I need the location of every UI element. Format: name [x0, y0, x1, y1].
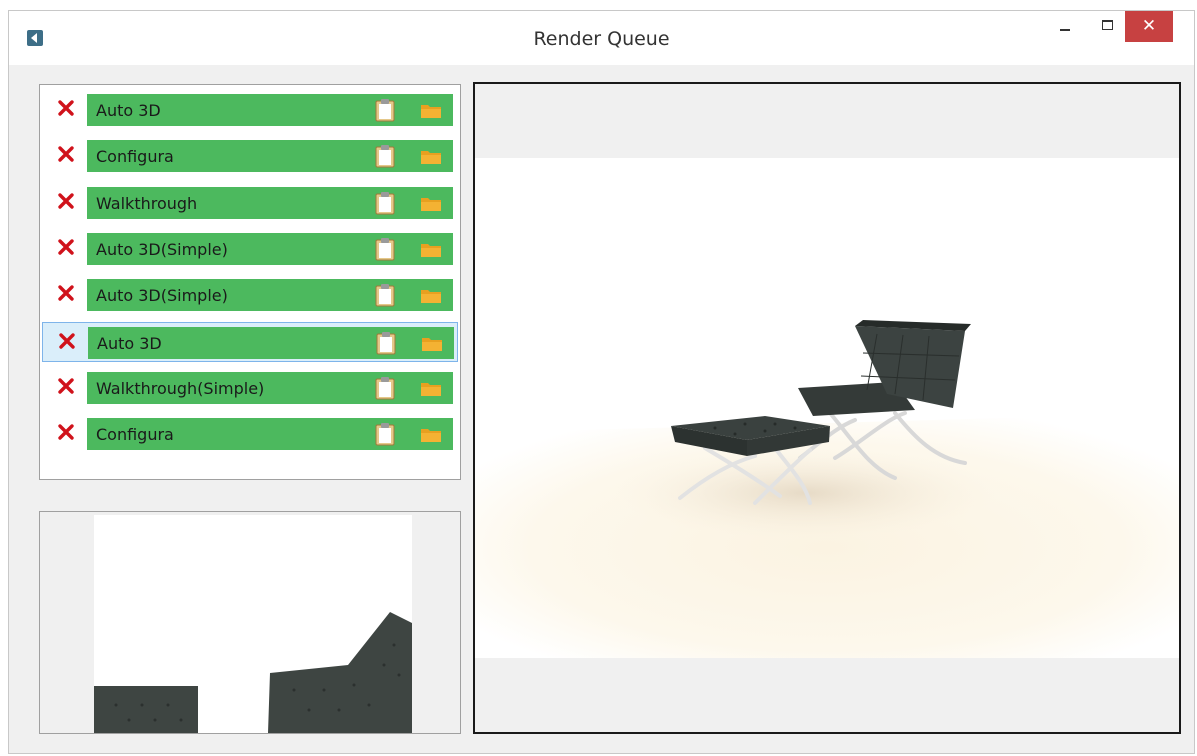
queue-item-bar[interactable]: Auto 3D(Simple) — [87, 232, 453, 265]
title-bar[interactable]: Render Queue ✕ — [9, 11, 1194, 65]
clipboard-icon[interactable] — [375, 191, 395, 215]
folder-icon[interactable] — [420, 102, 442, 119]
queue-item[interactable]: Auto 3D — [42, 90, 458, 130]
clipboard-icon[interactable] — [375, 422, 395, 446]
close-icon: ✕ — [1141, 16, 1157, 36]
queue-item-label: Auto 3D(Simple) — [96, 239, 228, 259]
queue-item[interactable]: Auto 3D — [42, 321, 458, 362]
queue-item[interactable]: Walkthrough — [42, 183, 458, 223]
queue-item-label: Walkthrough(Simple) — [96, 378, 265, 398]
clipboard-icon[interactable] — [376, 331, 396, 355]
queue-item[interactable]: Auto 3D(Simple) — [42, 275, 458, 315]
remove-x-icon[interactable] — [56, 283, 76, 303]
clipboard-icon[interactable] — [375, 283, 395, 307]
folder-icon[interactable] — [421, 335, 443, 352]
remove-x-icon[interactable] — [56, 144, 76, 164]
queue-item-bar[interactable]: Configura — [87, 418, 453, 451]
clipboard-icon[interactable] — [375, 98, 395, 122]
queue-item-label: Auto 3D — [97, 333, 162, 353]
remove-x-icon[interactable] — [56, 422, 76, 442]
remove-x-icon[interactable] — [56, 237, 76, 257]
render-thumbnail-image — [94, 515, 412, 733]
render-queue-window: Render Queue ✕ Auto 3D Configura Walkthrou… — [8, 10, 1195, 754]
queue-item[interactable]: Configura — [42, 136, 458, 176]
render-thumbnail-panel — [39, 511, 461, 734]
queue-item[interactable]: Configura — [42, 414, 458, 454]
clipboard-icon[interactable] — [375, 144, 395, 168]
maximize-button[interactable] — [1093, 11, 1123, 39]
queue-item-bar[interactable]: Auto 3D — [88, 326, 454, 359]
remove-x-icon[interactable] — [56, 191, 76, 211]
queue-item-label: Auto 3D — [96, 101, 161, 120]
remove-x-icon[interactable] — [57, 331, 77, 351]
folder-icon[interactable] — [420, 241, 442, 258]
remove-x-icon[interactable] — [56, 98, 76, 118]
queue-item-bar[interactable]: Walkthrough — [87, 186, 453, 219]
folder-icon[interactable] — [420, 287, 442, 304]
folder-icon[interactable] — [420, 380, 442, 397]
queue-item[interactable]: Walkthrough(Simple) — [42, 368, 458, 408]
queue-item-label: Walkthrough — [96, 193, 198, 213]
folder-icon[interactable] — [420, 426, 442, 443]
remove-x-icon[interactable] — [56, 376, 76, 396]
queue-item-bar[interactable]: Auto 3D — [87, 94, 453, 126]
render-preview-panel — [473, 82, 1181, 734]
queue-item-bar[interactable]: Configura — [87, 140, 453, 173]
queue-item[interactable]: Auto 3D(Simple) — [42, 229, 458, 269]
render-queue-list[interactable]: Auto 3D Configura Walkthrough Auto 3D(Simpl… — [39, 84, 461, 480]
queue-item-bar[interactable]: Auto 3D(Simple) — [87, 279, 453, 312]
folder-icon[interactable] — [420, 195, 442, 212]
folder-icon[interactable] — [420, 148, 442, 165]
queue-item-label: Configura — [96, 425, 174, 445]
queue-item-bar[interactable]: Walkthrough(Simple) — [87, 371, 453, 404]
minimize-button[interactable] — [1050, 11, 1080, 39]
close-button[interactable]: ✕ — [1125, 11, 1173, 42]
queue-item-label: Auto 3D(Simple) — [96, 286, 228, 306]
clipboard-icon[interactable] — [375, 237, 395, 261]
window-title: Render Queue — [533, 28, 670, 50]
queue-item-label: Configura — [96, 147, 174, 167]
clipboard-icon[interactable] — [375, 376, 395, 400]
render-preview-image — [475, 158, 1179, 658]
